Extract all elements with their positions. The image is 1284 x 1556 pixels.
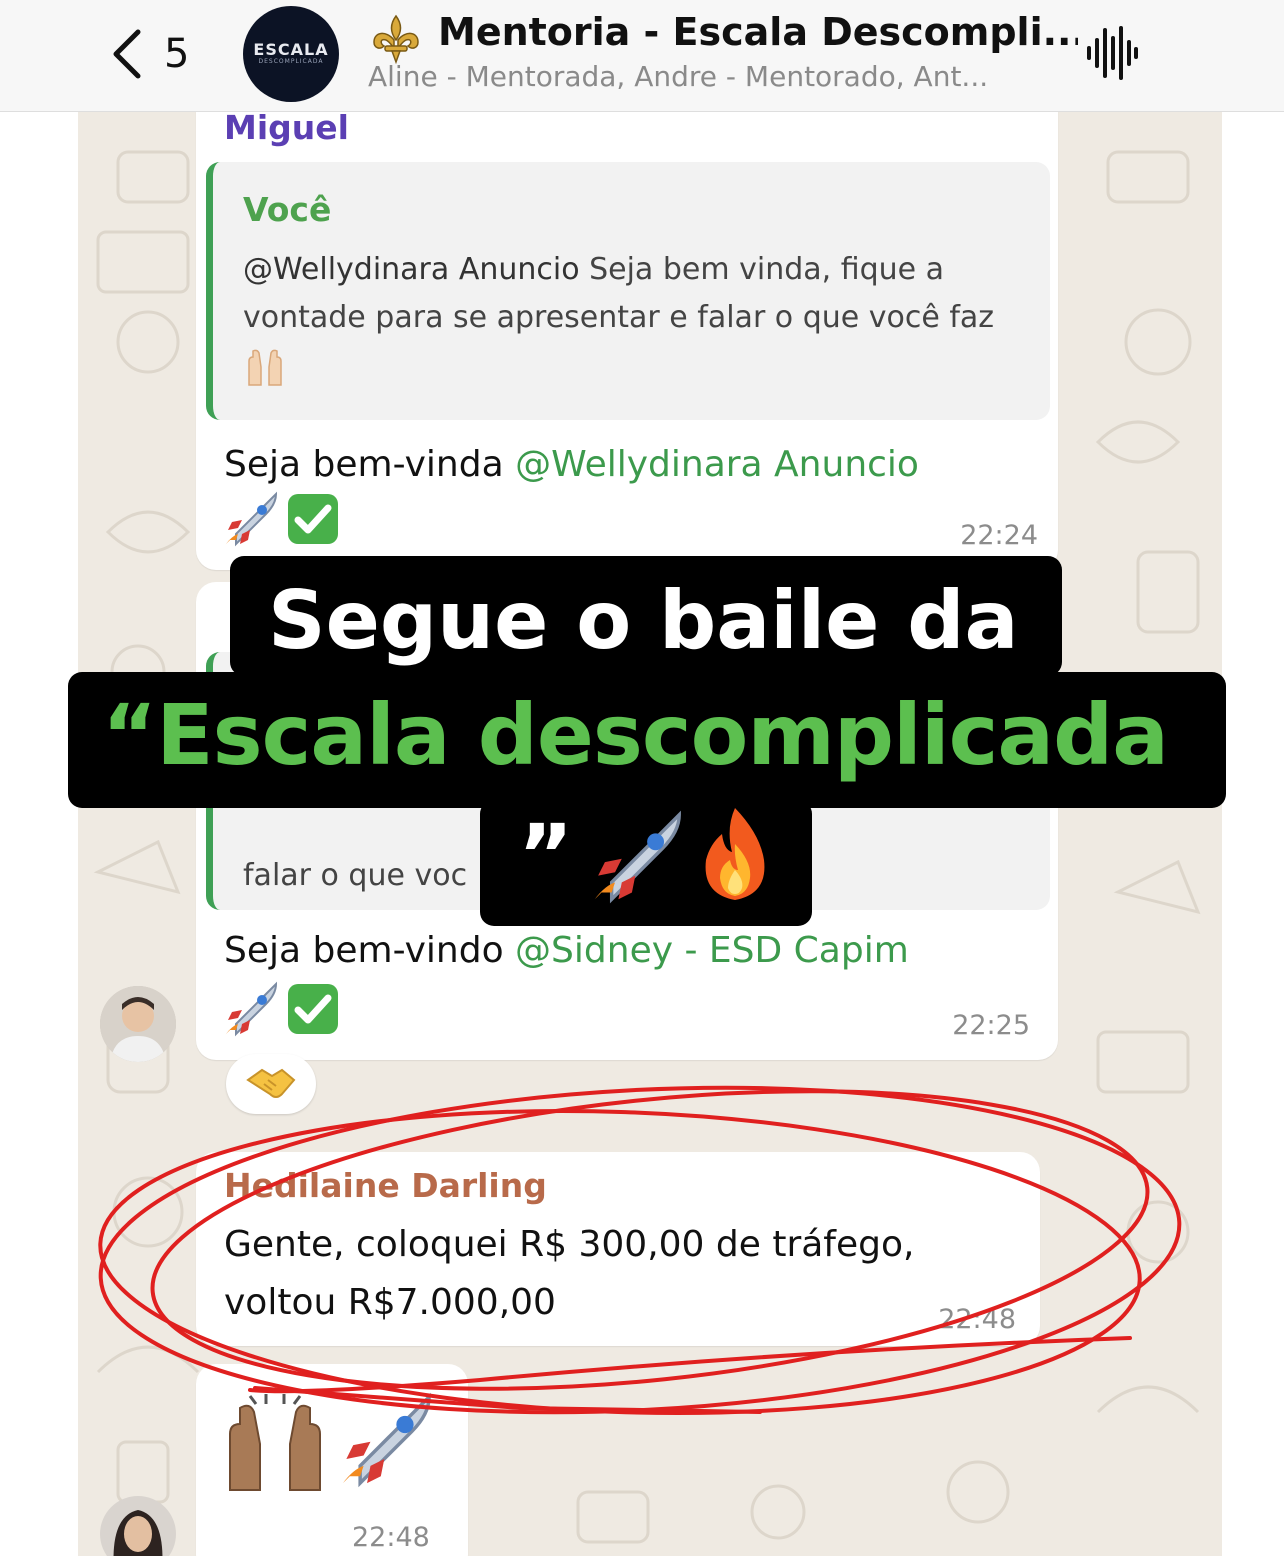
audio-wave-icon[interactable]: [1084, 24, 1138, 82]
message-bubble[interactable]: Miguel Você @Wellydinara Anuncio Seja be…: [196, 112, 1058, 570]
group-avatar-logo-text: ESCALA: [253, 40, 329, 59]
quote-author: Você: [243, 190, 332, 229]
group-avatar[interactable]: ESCALA DESCOMPLICADA: [243, 6, 339, 102]
fire-emoji-icon: [705, 808, 765, 900]
caption-line-1: Segue o baile da: [268, 574, 1019, 667]
message-body: Seja bem-vindo: [224, 930, 516, 971]
quote-text: @Wellydinara Anuncio Seja bem vinda, fiq…: [243, 246, 1023, 390]
chevron-left-icon: [113, 29, 141, 79]
message-bubble[interactable]: 22:48: [196, 1364, 468, 1556]
quote-mention: @Wellydinara Anuncio: [243, 252, 580, 287]
raised-hands-emoji-icon: [248, 349, 282, 386]
rocket-emoji-icon: [342, 1392, 431, 1488]
quoted-message[interactable]: Você @Wellydinara Anuncio Seja bem vinda…: [206, 162, 1050, 420]
message-text: Seja bem-vindo @Sidney - ESD Capim: [224, 924, 1044, 978]
check-mark-emoji-icon: [288, 494, 338, 544]
rocket-emoji-icon: [225, 981, 278, 1037]
message-timestamp: 22:25: [952, 1010, 1030, 1041]
avatar-photo: [100, 986, 176, 1062]
sender-avatar[interactable]: [100, 986, 176, 1062]
message-timestamp: 22:24: [960, 520, 1038, 551]
sender-name: Miguel: [224, 112, 349, 147]
handshake-emoji-icon: [246, 1068, 296, 1098]
rocket-emoji-icon: [225, 491, 278, 547]
reaction-badge[interactable]: [226, 1054, 316, 1114]
caption-line-3: ”: [518, 806, 574, 904]
message-body: Seja bem-vinda: [224, 444, 516, 485]
message-text-line-2: voltou R$7.000,00: [224, 1282, 556, 1323]
chat-title[interactable]: Mentoria - Escala Descompli...: [438, 10, 1078, 54]
message-timestamp: 22:48: [352, 1522, 430, 1553]
fleur-de-lis-icon: [373, 14, 419, 64]
participants-list[interactable]: Aline - Mentorada, Andre - Mentorado, An…: [368, 60, 1058, 93]
mention-link[interactable]: @Sidney - ESD Capim: [515, 930, 909, 971]
chat-header: 5 ESCALA DESCOMPLICADA Mentoria - Escala…: [0, 0, 1284, 112]
message-timestamp: 22:48: [938, 1304, 1016, 1335]
rocket-emoji-icon: [593, 810, 681, 904]
caption-line-2: “Escala descomplicada: [102, 686, 1169, 784]
message-text: Seja bem-vinda @Wellydinara Anuncio: [224, 438, 1044, 492]
mention-link[interactable]: @Wellydinara Anuncio: [515, 444, 919, 485]
message-text-line-1: Gente, coloquei R$ 300,00 de tráfego,: [224, 1224, 915, 1265]
raised-hands-emoji-icon: [229, 1394, 321, 1491]
message-bubble[interactable]: Hedilaine Darling Gente, coloquei R$ 300…: [196, 1152, 1040, 1346]
back-button[interactable]: 5: [108, 22, 218, 86]
check-mark-emoji-icon: [288, 984, 338, 1034]
unread-count: 5: [164, 31, 190, 77]
sender-name: Hedilaine Darling: [224, 1166, 547, 1205]
group-avatar-logo-subtext: DESCOMPLICADA: [258, 58, 324, 65]
